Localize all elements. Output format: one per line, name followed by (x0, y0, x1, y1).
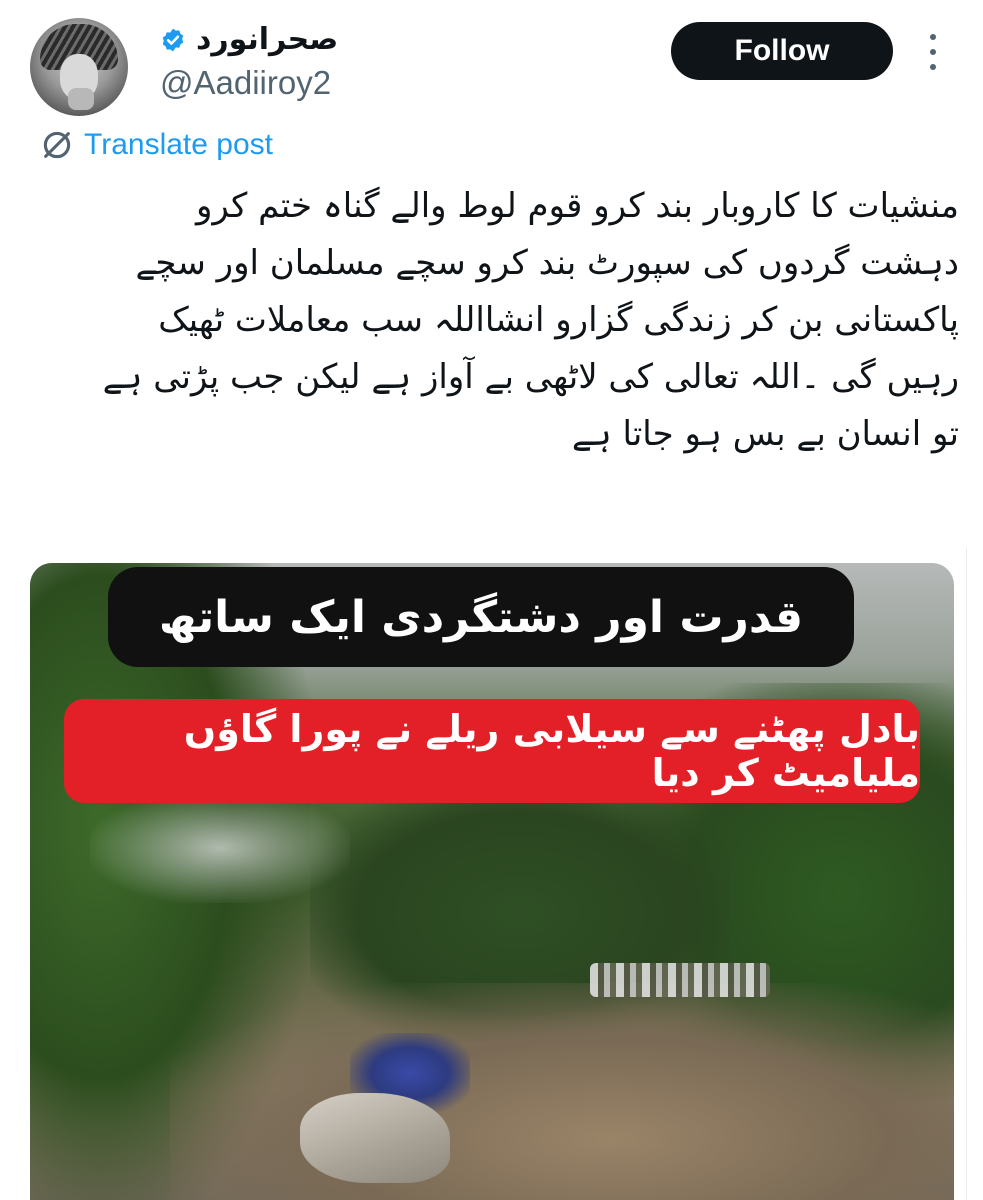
author-name-row[interactable]: صحرانورد (160, 22, 338, 57)
post-text-line: دہشت گردوں کی سپورٹ بند کرو سچے مسلمان ا… (135, 243, 959, 283)
avatar-hand (68, 88, 94, 110)
avatar[interactable] (30, 18, 128, 116)
author-handle[interactable]: @Aadiiroy2 (160, 64, 331, 102)
scrollbar-track[interactable] (966, 548, 983, 1200)
translate-post-link[interactable]: Translate post (40, 128, 273, 162)
more-options-icon[interactable] (924, 34, 942, 70)
translate-icon (43, 131, 71, 159)
media-caption-top: قدرت اور دشتگردی ایک ساتھ (108, 567, 854, 667)
media-scene-ground (170, 983, 954, 1200)
post-text: منشیات کا کاروبار بند کرو قوم لوط والے گ… (19, 178, 959, 463)
author-display-name[interactable]: صحرانورد (196, 22, 338, 57)
post-media-video[interactable]: قدرت اور دشتگردی ایک ساتھ بادل پھٹنے سے … (30, 563, 954, 1200)
media-caption-bottom: بادل پھٹنے سے سیلابی ریلے نے پورا گاؤں م… (64, 699, 920, 803)
post-card: صحرانورد @Aadiiroy2 Follow Translate pos… (0, 0, 983, 1200)
media-scene-mist (90, 793, 350, 903)
post-text-line: منشیات کا کاروبار بند کرو قوم لوط والے گ… (196, 186, 959, 226)
follow-button[interactable]: Follow (671, 22, 893, 80)
media-scene-rock (300, 1093, 450, 1183)
post-text-line: پاکستانی بن کر زندگی گزارو انشااللہ سب م… (158, 300, 959, 340)
translate-post-label[interactable]: Translate post (84, 128, 273, 162)
post-text-line: تو انسان بے بس ہو جاتا ہے (571, 414, 959, 454)
post-text-line: رہیں گی ۔اللہ تعالی کی لاٹھی بے آواز ہے … (102, 357, 959, 397)
media-scene-crowd (590, 963, 770, 997)
verified-badge-icon (162, 28, 184, 51)
